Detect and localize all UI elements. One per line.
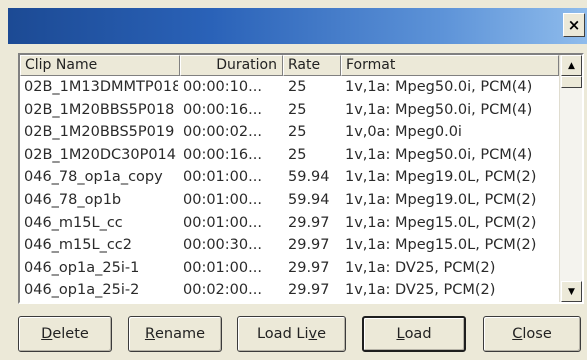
cell-format: 1v,1a: Mpeg15.0L, PCM(2) bbox=[345, 214, 537, 231]
column-header-format[interactable]: Format bbox=[341, 55, 559, 76]
cell-format: 1v,0a: Mpeg0.0i bbox=[345, 124, 462, 141]
rename-label: ename bbox=[155, 326, 206, 342]
cell-rate: 59.94 bbox=[288, 169, 330, 186]
cell-rate: 29.97 bbox=[288, 237, 330, 254]
load-live-label-end: e bbox=[317, 326, 327, 342]
cell-format: 1v,1a: DV25, PCM(2) bbox=[345, 259, 496, 276]
load-live-button[interactable]: Load Li v e bbox=[237, 316, 346, 352]
delete-mnemonic: D bbox=[41, 326, 53, 342]
load-button[interactable]: Load bbox=[362, 316, 466, 352]
cell-duration: 00:01:00... bbox=[183, 259, 262, 276]
cell-clip-name: 02B_1M20BBS5P019 bbox=[24, 124, 175, 141]
cell-duration: 00:00:02... bbox=[183, 124, 262, 141]
clip-list-viewport: Clip Name Duration Rate Format 02B_1M13D… bbox=[20, 55, 559, 302]
table-row[interactable]: 046_op1a_25i-2 00:02:00... 29.97 1v,1a: DV2… bbox=[20, 279, 559, 302]
cell-clip-name: 046_78_op1a_copy bbox=[24, 169, 163, 186]
table-row[interactable]: 02B_1M13DMMTP018 00:00:10... 25 1v,1a: Mpeg… bbox=[20, 76, 559, 99]
cell-format: 1v,1a: Mpeg50.0i, PCM(4) bbox=[345, 79, 533, 95]
scroll-up-icon[interactable]: ▲ bbox=[561, 55, 582, 76]
rename-button[interactable]: Rename bbox=[128, 316, 222, 352]
list-rows: 02B_1M13DMMTP018 00:00:10... 25 1v,1a: Mpeg… bbox=[20, 76, 559, 302]
vertical-scrollbar[interactable]: ▲ ▼ bbox=[559, 55, 582, 302]
cell-clip-name: 046_op1a_25i-1 bbox=[24, 259, 140, 276]
cell-rate: 29.97 bbox=[288, 214, 330, 231]
cell-clip-name: 02B_1M13DMMTP018 bbox=[24, 79, 178, 95]
load-label: oad bbox=[404, 326, 432, 342]
cell-rate: 25 bbox=[288, 101, 307, 118]
clip-list[interactable]: Clip Name Duration Rate Format 02B_1M13D… bbox=[18, 53, 584, 304]
cell-format: 1v,1a: DV25, PCM(2) bbox=[345, 282, 496, 299]
cell-format: 1v,1a: Mpeg19.0L, PCM(2) bbox=[345, 191, 537, 208]
cell-duration: 00:00:10... bbox=[183, 79, 262, 95]
cell-rate: 25 bbox=[288, 79, 307, 95]
cell-duration: 00:01:00... bbox=[183, 214, 262, 231]
delete-label: elete bbox=[52, 326, 89, 342]
close-label: lose bbox=[522, 326, 552, 342]
scroll-thumb[interactable] bbox=[561, 76, 582, 88]
close-icon[interactable]: × bbox=[563, 13, 585, 37]
table-row[interactable]: 046_op1a_25i-1 00:01:00... 29.97 1v,1a: DV2… bbox=[20, 257, 559, 280]
delete-button[interactable]: Delete bbox=[18, 316, 112, 352]
cell-clip-name: 046_op1a_25i-2 bbox=[24, 282, 140, 299]
table-row[interactable]: 02B_1M20BBS5P018 00:00:16... 25 1v,1a: Mpeg… bbox=[20, 99, 559, 122]
column-header-clip-name[interactable]: Clip Name bbox=[20, 55, 180, 76]
scroll-down-icon[interactable]: ▼ bbox=[561, 281, 582, 302]
rename-mnemonic: R bbox=[144, 326, 156, 342]
cell-rate: 59.94 bbox=[288, 191, 330, 208]
cell-duration: 00:02:00... bbox=[183, 282, 262, 299]
table-row[interactable]: 046_m15L_cc2 00:00:30... 29.97 1v,1a: Mpeg1… bbox=[20, 234, 559, 257]
cell-duration: 00:00:30... bbox=[183, 237, 262, 254]
list-header: Clip Name Duration Rate Format bbox=[20, 55, 559, 76]
cell-clip-name: 046_m15L_cc bbox=[24, 214, 123, 231]
load-live-mnemonic: v bbox=[308, 326, 318, 342]
clip-list-dialog: × Clip Name Duration Rate Format 02B_1M1… bbox=[0, 0, 587, 360]
cell-rate: 29.97 bbox=[288, 259, 330, 276]
cell-duration: 00:01:00... bbox=[183, 191, 262, 208]
cell-clip-name: 02B_1M20DC30P014 bbox=[24, 146, 176, 163]
cell-format: 1v,1a: Mpeg19.0L, PCM(2) bbox=[345, 169, 537, 186]
cell-format: 1v,1a: Mpeg15.0L, PCM(2) bbox=[345, 237, 537, 254]
cell-rate: 29.97 bbox=[288, 282, 330, 299]
table-row[interactable]: 02B_1M20DC30P014 00:00:16... 25 1v,1a: Mpeg… bbox=[20, 144, 559, 167]
cell-duration: 00:00:16... bbox=[183, 146, 262, 163]
cell-rate: 25 bbox=[288, 124, 307, 141]
close-mnemonic: C bbox=[512, 326, 523, 342]
table-row[interactable]: 046_78_op1a_copy 00:01:00... 59.94 1v,1a: M… bbox=[20, 166, 559, 189]
load-mnemonic: L bbox=[396, 326, 405, 342]
column-header-rate[interactable]: Rate bbox=[283, 55, 341, 76]
cell-clip-name: 046_m15L_cc2 bbox=[24, 237, 132, 254]
load-live-label-start: Load Li bbox=[256, 326, 309, 342]
table-row[interactable]: 046_78_op1b 00:01:00... 59.94 1v,1a: Mpeg19… bbox=[20, 189, 559, 212]
title-bar[interactable]: × bbox=[8, 8, 587, 44]
cell-rate: 25 bbox=[288, 146, 307, 163]
cell-format: 1v,1a: Mpeg50.0i, PCM(4) bbox=[345, 146, 533, 163]
cell-clip-name: 02B_1M20BBS5P018 bbox=[24, 101, 175, 118]
close-button[interactable]: Close bbox=[483, 316, 581, 352]
cell-duration: 00:00:16... bbox=[183, 101, 262, 118]
column-header-duration[interactable]: Duration bbox=[180, 55, 283, 76]
cell-clip-name: 046_78_op1b bbox=[24, 191, 122, 208]
table-row[interactable]: 02B_1M20BBS5P019 00:00:02... 25 1v,0a: Mpeg… bbox=[20, 121, 559, 144]
cell-duration: 00:01:00... bbox=[183, 169, 262, 186]
cell-format: 1v,1a: Mpeg50.0i, PCM(4) bbox=[345, 101, 533, 118]
table-row[interactable]: 046_m15L_cc 00:01:00... 29.97 1v,1a: Mpeg15… bbox=[20, 212, 559, 235]
